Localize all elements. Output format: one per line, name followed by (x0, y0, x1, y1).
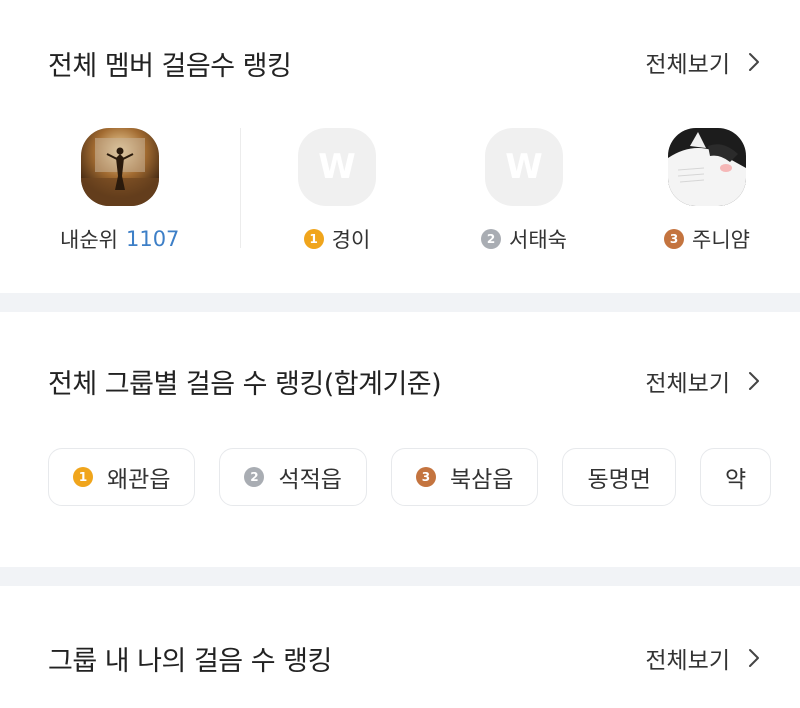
chevron-right-icon (748, 371, 760, 391)
my-avatar (80, 128, 159, 206)
member-ranking-section: 전체 멤버 걸음수 랭킹 전체보기 내순위 1107 W 1 경이 W 2 서태… (0, 0, 800, 293)
top-member-3[interactable]: 3 주니얌 (664, 128, 750, 254)
my-rank-label: 내순위 (60, 228, 118, 252)
my-group-ranking-section: 그룹 내 나의 걸음 수 랭킹 전체보기 (0, 586, 800, 708)
group-chip[interactable]: 1 왜관읍 (48, 448, 196, 506)
my-group-ranking-see-all-button[interactable]: 전체보기 (645, 641, 760, 675)
bronze-medal-icon: 3 (664, 229, 684, 249)
group-ranking-title: 전체 그룹별 걸음 수 랭킹(합계기준) (48, 369, 442, 400)
cat-avatar (667, 128, 746, 206)
w-logo-icon: W (318, 147, 356, 187)
group-name: 약 (724, 467, 747, 493)
group-ranking-see-all-button[interactable]: 전체보기 (645, 364, 760, 398)
group-chip[interactable]: 약 (699, 448, 772, 506)
group-chip[interactable]: 동명면 (562, 448, 676, 506)
see-all-label: 전체보기 (645, 648, 730, 674)
member-name: 주니얌 (692, 228, 750, 252)
member-ranking-title: 전체 멤버 걸음수 랭킹 (48, 51, 292, 82)
group-name: 석적읍 (278, 467, 342, 493)
silver-medal-icon: 2 (244, 467, 265, 487)
member-name: 경이 (331, 228, 371, 252)
bronze-medal-icon: 3 (415, 467, 436, 487)
gold-medal-icon: 1 (303, 229, 324, 249)
group-chip[interactable]: 2 석적읍 (219, 448, 367, 506)
chevron-right-icon (748, 52, 760, 72)
group-chip-list: 1 왜관읍 2 석적읍 3 북삼읍 동명면 약 (48, 448, 772, 506)
w-logo-avatar: W (298, 128, 376, 206)
member-name: 서태숙 (509, 228, 567, 252)
top-member-1[interactable]: W 1 경이 (298, 128, 376, 254)
gold-medal-icon: 1 (73, 467, 93, 487)
top-member-2[interactable]: W 2 서태숙 (481, 128, 567, 254)
section-divider (0, 567, 800, 586)
see-all-label: 전체보기 (645, 52, 730, 78)
see-all-label: 전체보기 (645, 371, 730, 397)
group-ranking-section: 전체 그룹별 걸음 수 랭킹(합계기준) 전체보기 1 왜관읍 2 석적읍 3 … (0, 312, 800, 567)
group-name: 왜관읍 (107, 467, 171, 493)
w-logo-icon: W (505, 147, 543, 187)
silver-medal-icon: 2 (481, 229, 501, 249)
chevron-right-icon (748, 648, 760, 668)
section-divider (0, 293, 800, 312)
my-rank-value: 1107 (125, 227, 180, 251)
w-logo-avatar: W (484, 128, 563, 206)
member-ranking-see-all-button[interactable]: 전체보기 (645, 45, 760, 79)
my-group-ranking-title: 그룹 내 나의 걸음 수 랭킹 (48, 646, 332, 677)
my-rank[interactable]: 내순위 1107 (60, 128, 179, 254)
group-name: 북삼읍 (449, 467, 514, 493)
divider (240, 128, 241, 248)
group-name: 동명면 (587, 467, 651, 493)
group-chip[interactable]: 3 북삼읍 (390, 448, 539, 506)
